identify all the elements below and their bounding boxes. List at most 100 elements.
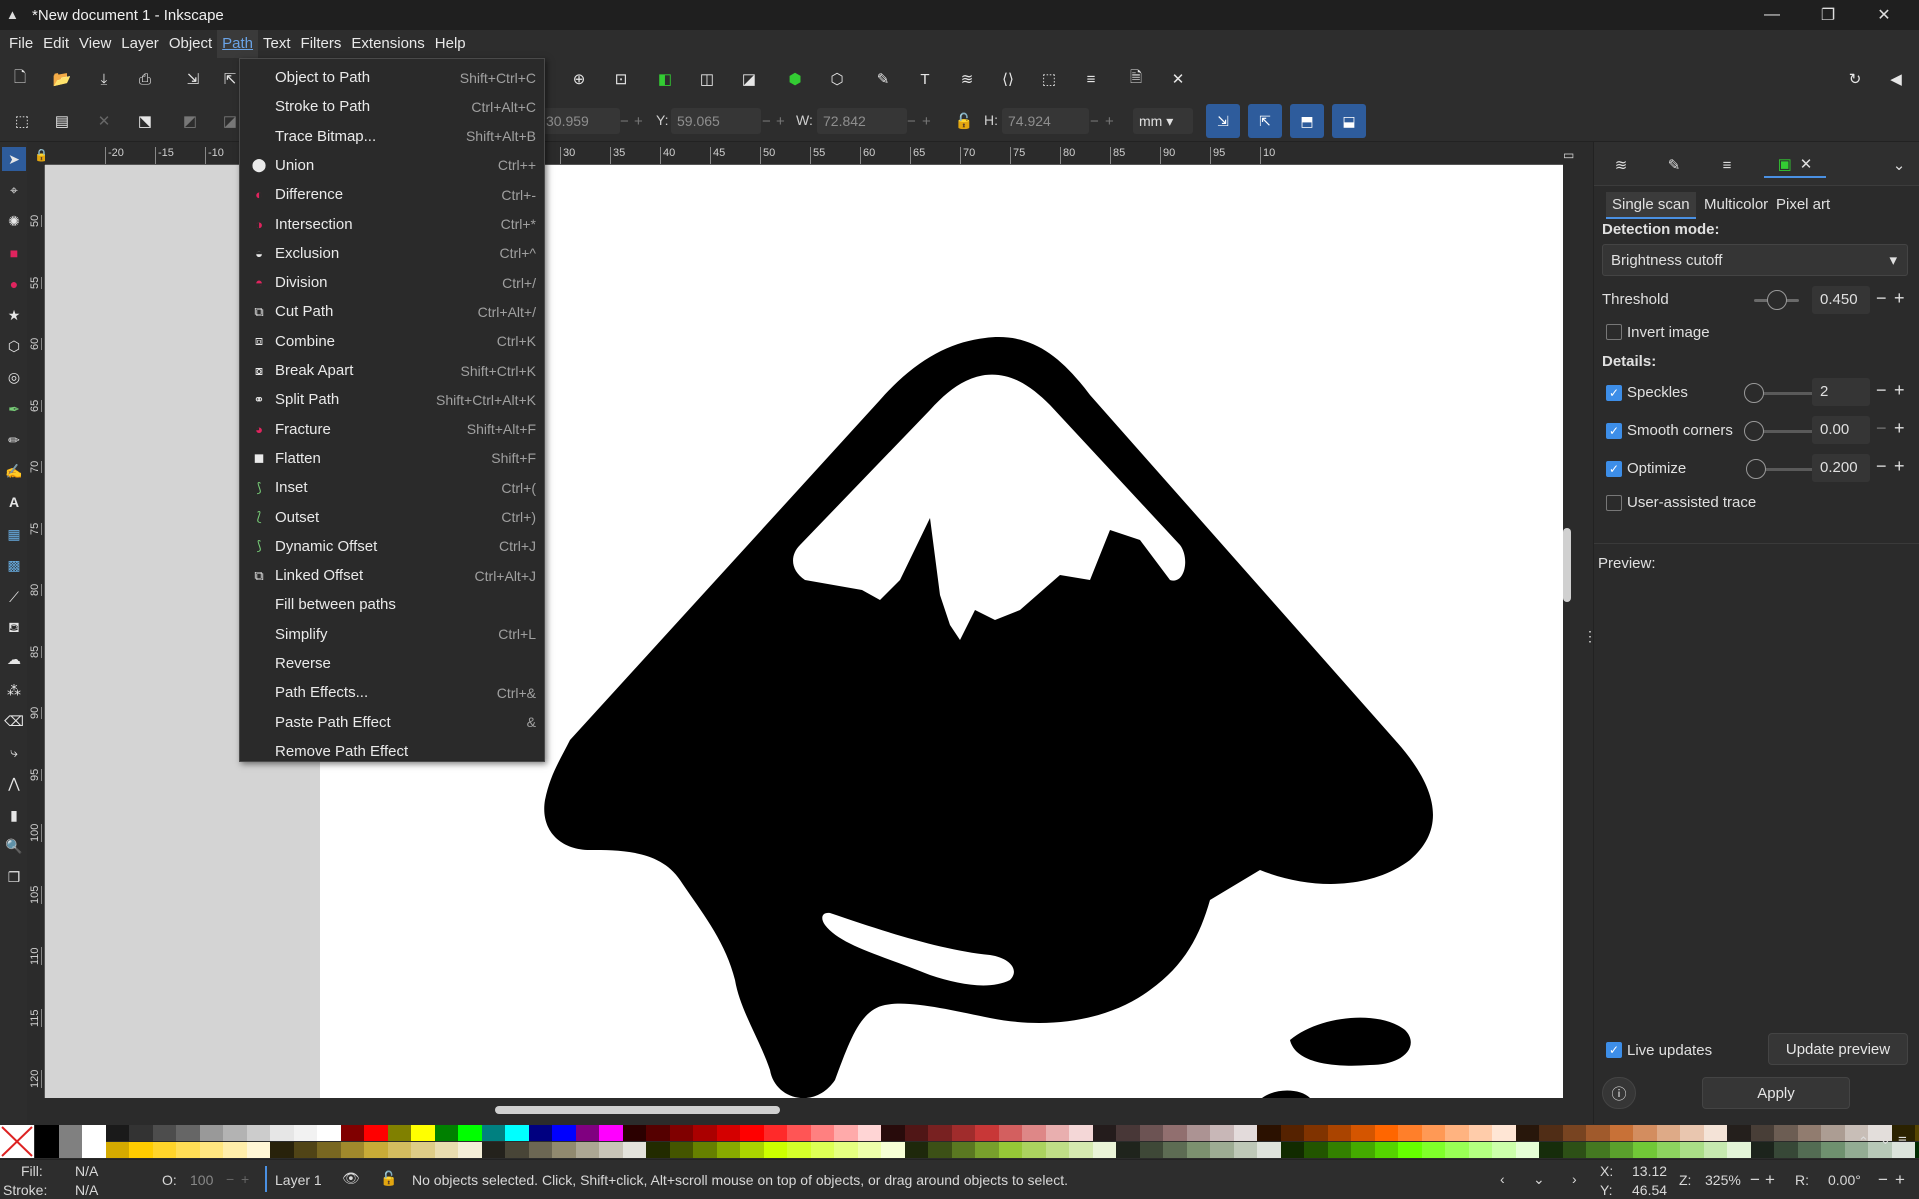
color-swatch[interactable] — [1374, 1125, 1399, 1141]
color-swatch[interactable] — [1210, 1142, 1234, 1158]
vertical-scrollbar[interactable] — [1563, 528, 1571, 602]
palette-scroll-down-icon[interactable]: ⌄ — [1880, 1132, 1891, 1148]
zoom-field[interactable]: 325% — [1705, 1172, 1741, 1188]
document-properties-icon[interactable]: 🗎 — [1122, 65, 1150, 93]
color-swatch[interactable] — [364, 1142, 388, 1158]
align-tab-icon[interactable]: ≡ — [1712, 152, 1742, 178]
path-menu-item-combine[interactable]: ⧈ Combine Ctrl+K — [240, 327, 544, 356]
gradient-tool-icon[interactable]: ▦ — [2, 522, 26, 546]
color-swatch[interactable] — [693, 1125, 717, 1141]
speckles-checkbox[interactable]: ✓ — [1606, 385, 1622, 401]
color-swatch[interactable] — [834, 1125, 858, 1141]
path-menu-item-fill-between-paths[interactable]: Fill between paths — [240, 590, 544, 619]
color-swatch[interactable] — [975, 1125, 999, 1141]
color-swatch[interactable] — [1539, 1125, 1563, 1141]
optimize-slider-knob[interactable] — [1746, 459, 1766, 479]
color-swatch[interactable] — [1304, 1125, 1328, 1141]
rotate-icon[interactable]: ⬔ — [131, 107, 159, 135]
color-swatch[interactable] — [246, 1125, 271, 1141]
color-swatch[interactable] — [763, 1125, 788, 1141]
selector-tool-icon[interactable]: ➤ — [2, 147, 26, 171]
vertical-ruler[interactable]: 50 55 60 65 70 75 80 85 90 95 100 105 110 115 120 — [27, 165, 45, 1098]
next-icon[interactable]: › — [1572, 1171, 1577, 1187]
invert-image-checkbox[interactable] — [1606, 324, 1622, 340]
color-swatch[interactable] — [1421, 1142, 1446, 1158]
color-swatch[interactable] — [505, 1125, 529, 1141]
color-swatch[interactable] — [528, 1125, 553, 1141]
transform-gradients-button[interactable]: ⬒ — [1290, 104, 1324, 138]
color-swatch[interactable] — [1116, 1142, 1140, 1158]
color-swatch[interactable] — [152, 1142, 177, 1158]
color-swatch[interactable] — [82, 1125, 106, 1158]
color-swatch[interactable] — [1468, 1125, 1493, 1141]
color-swatch[interactable] — [1233, 1125, 1258, 1141]
selectors-icon[interactable]: ⬚ — [1035, 65, 1063, 93]
color-swatch[interactable] — [1633, 1142, 1657, 1158]
color-swatch[interactable] — [1445, 1142, 1469, 1158]
color-swatch[interactable] — [1586, 1125, 1610, 1141]
tweak-tool-icon[interactable]: ✺ — [2, 209, 26, 233]
color-swatch[interactable] — [1233, 1142, 1258, 1158]
tweak-brush-icon[interactable]: ☁ — [2, 647, 26, 671]
palette-scroll-up-icon[interactable]: ⌃ — [1858, 1134, 1869, 1150]
color-swatch[interactable] — [1515, 1125, 1540, 1141]
rotate-ccw-icon[interactable]: − — [1878, 1170, 1888, 1190]
info-icon[interactable]: ⓘ — [1602, 1077, 1636, 1109]
connector-tool-icon[interactable]: ⤷ — [2, 740, 26, 764]
w-field[interactable]: 72.842 — [817, 108, 907, 134]
minimize-icon[interactable]: — — [1744, 0, 1800, 30]
w-decrement-icon[interactable]: − — [907, 113, 916, 130]
color-swatch[interactable] — [1680, 1142, 1704, 1158]
path-menu-item-trace-bitmap[interactable]: Trace Bitmap... Shift+Alt+B — [240, 122, 544, 151]
previous-icon[interactable]: ‹ — [1500, 1171, 1505, 1187]
speckles-slider-knob[interactable] — [1744, 383, 1764, 403]
h-field[interactable]: 74.924 — [1002, 108, 1089, 134]
save-icon[interactable]: ⤓ — [90, 65, 118, 93]
color-swatch[interactable] — [975, 1142, 999, 1158]
box-3d-tool-icon[interactable]: ⬡ — [2, 334, 26, 358]
path-menu-item-break-apart[interactable]: ⧇ Break Apart Shift+Ctrl+K — [240, 356, 544, 385]
color-swatch[interactable] — [223, 1142, 247, 1158]
speckles-increment-icon[interactable]: + — [1894, 380, 1905, 401]
print-icon[interactable]: ⎙ — [131, 65, 159, 93]
smooth-corners-slider-knob[interactable] — [1744, 421, 1764, 441]
color-swatch[interactable] — [599, 1125, 623, 1141]
color-swatch[interactable] — [1515, 1142, 1540, 1158]
color-swatch[interactable] — [1116, 1125, 1140, 1141]
path-menu-item-outset[interactable]: ⟅ Outset Ctrl+) — [240, 503, 544, 532]
color-swatch[interactable] — [152, 1125, 177, 1141]
y-decrement-icon[interactable]: − — [762, 113, 771, 130]
color-swatch[interactable] — [1092, 1142, 1117, 1158]
zoom-tool-icon[interactable]: 🔍 — [2, 834, 26, 858]
threshold-increment-icon[interactable]: + — [1894, 288, 1905, 309]
path-menu-item-cut-path[interactable]: ⧉ Cut Path Ctrl+Alt+/ — [240, 297, 544, 326]
color-swatch[interactable] — [1210, 1125, 1234, 1141]
menu-path[interactable]: Path — [217, 30, 259, 58]
color-swatch[interactable] — [411, 1125, 435, 1141]
color-swatch[interactable] — [716, 1125, 741, 1141]
color-swatch[interactable] — [1327, 1142, 1352, 1158]
smooth-corners-increment-icon[interactable]: + — [1894, 418, 1905, 439]
live-updates-checkbox[interactable]: ✓ — [1606, 1042, 1622, 1058]
color-swatch[interactable] — [1257, 1142, 1281, 1158]
color-swatch[interactable] — [1186, 1142, 1211, 1158]
color-swatch[interactable] — [129, 1125, 153, 1141]
color-swatch[interactable] — [1492, 1142, 1516, 1158]
layer-visibility-icon[interactable]: 👁 — [342, 1170, 360, 1187]
color-swatch[interactable] — [176, 1142, 200, 1158]
deselect-icon[interactable]: ✕ — [90, 107, 118, 135]
xml-editor-icon[interactable]: ⟨⟩ — [994, 65, 1022, 93]
color-swatch[interactable] — [881, 1142, 905, 1158]
color-swatch[interactable] — [505, 1142, 529, 1158]
trace-bitmap-tab-icon[interactable]: ▣ ✕ — [1764, 152, 1826, 178]
color-swatch[interactable] — [1539, 1142, 1563, 1158]
x-increment-icon[interactable]: + — [634, 113, 643, 130]
align-distribute-icon[interactable]: ≡ — [1077, 65, 1105, 93]
color-swatch[interactable] — [1797, 1125, 1822, 1141]
path-menu-item-intersection[interactable]: ◑ Intersection Ctrl+* — [240, 210, 544, 239]
menu-filters[interactable]: Filters — [296, 30, 347, 58]
color-swatch[interactable] — [129, 1142, 153, 1158]
w-increment-icon[interactable]: + — [922, 113, 931, 130]
preferences-icon[interactable]: ✕ — [1164, 65, 1192, 93]
optimize-field[interactable]: 0.200 — [1812, 454, 1870, 482]
